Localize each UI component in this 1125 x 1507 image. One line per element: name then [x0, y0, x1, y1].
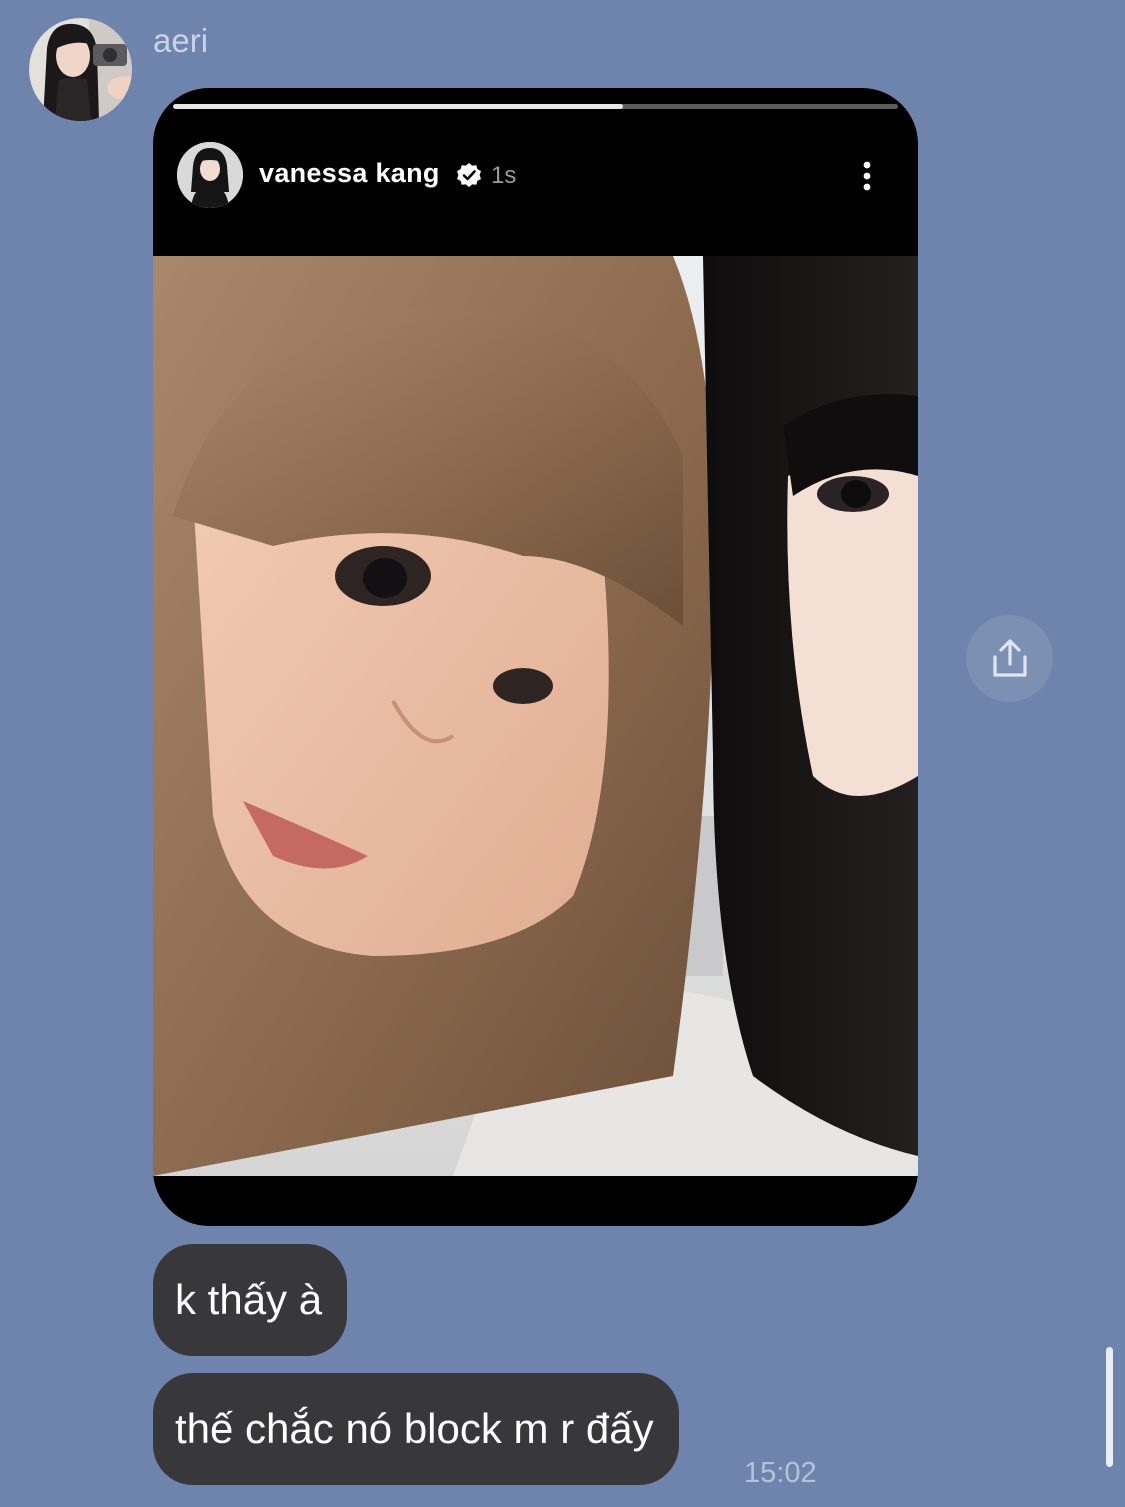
message-bubble[interactable]: thế chắc nó block m r đấy	[153, 1373, 679, 1485]
story-timestamp: 1s	[491, 162, 517, 189]
story-progress-bar	[173, 104, 898, 109]
story-reply-card[interactable]: vanessa kang 1s	[153, 88, 918, 1226]
story-photo[interactable]	[153, 256, 918, 1176]
message-bubble[interactable]: k thấy à	[153, 1244, 348, 1356]
sender-name: aeri	[153, 22, 209, 59]
message-timestamp: 15:02	[744, 1457, 817, 1489]
verified-badge-icon	[457, 163, 481, 187]
share-button[interactable]	[966, 615, 1053, 702]
sender-avatar[interactable]	[29, 18, 132, 121]
sender-avatar-image	[29, 18, 132, 121]
story-photo-image	[153, 256, 918, 1176]
more-vertical-icon[interactable]	[855, 159, 879, 193]
share-icon	[992, 638, 1027, 677]
story-avatar-image	[177, 142, 243, 208]
scrollbar[interactable]	[1106, 1347, 1113, 1467]
story-progress-fill	[173, 104, 623, 109]
story-user-avatar[interactable]	[177, 142, 243, 208]
story-username[interactable]: vanessa kang	[259, 158, 440, 189]
